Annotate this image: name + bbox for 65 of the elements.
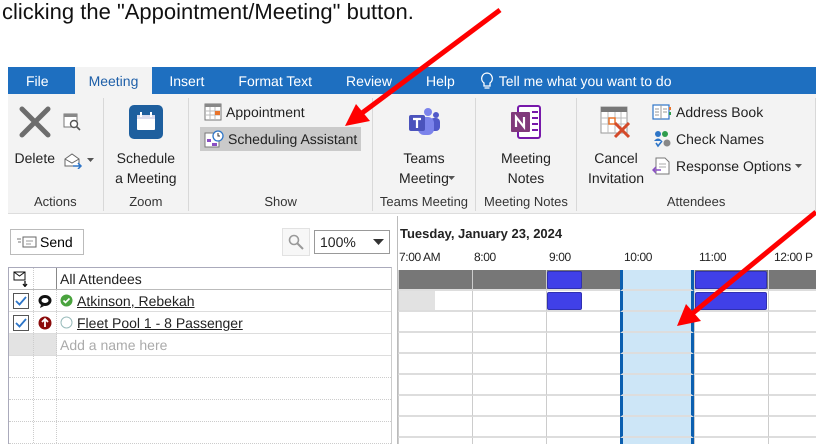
document-arrow-icon — [652, 157, 672, 175]
time-slot[interactable] — [657, 354, 694, 375]
calendar-clock-icon — [204, 130, 224, 148]
ribbon-button[interactable]: Appointment — [200, 100, 309, 124]
ribbon-tab[interactable]: Format Text — [221, 67, 330, 94]
time-label: 11:00 — [698, 250, 728, 264]
envelope-icon — [63, 151, 83, 169]
ribbon-button[interactable]: Teams Meeting — [397, 100, 451, 192]
time-slot[interactable] — [657, 270, 694, 291]
time-slot[interactable] — [657, 375, 694, 396]
attendee-name[interactable]: Fleet Pool 1 - 8 Passenger — [77, 314, 243, 330]
time-label: 7:00 AM — [398, 250, 442, 264]
zoom-button[interactable] — [282, 228, 310, 256]
envelope-icon — [17, 236, 37, 248]
group-label: Show — [263, 194, 298, 211]
lightbulb-icon — [480, 72, 494, 90]
column-header: All Attendees — [60, 270, 142, 286]
group-label: Actions — [32, 194, 78, 211]
group-label: Meeting Notes — [483, 194, 569, 211]
checkbox[interactable] — [13, 314, 29, 330]
schedule-date: Tuesday, January 23, 2024 — [399, 225, 564, 240]
search-icon — [288, 234, 304, 250]
time-label: 9:00 — [548, 250, 572, 264]
attendee-name[interactable]: Atkinson, Rebekah — [77, 292, 195, 308]
ribbon-tab[interactable]: Review — [329, 67, 409, 94]
ribbon-button[interactable]: Scheduling Assistant — [200, 127, 362, 151]
time-slot[interactable] — [657, 417, 694, 438]
ribbon-button[interactable]: Meeting Notes — [499, 100, 553, 192]
time-label: 10:00 — [623, 250, 654, 264]
ribbon-tab[interactable]: Insert — [152, 67, 222, 94]
calendar-icon — [204, 103, 222, 121]
send-button[interactable]: Send — [10, 228, 84, 254]
button-label: Schedule a Meeting — [115, 149, 177, 188]
ribbon-button[interactable]: Response Options — [648, 154, 806, 178]
ribbon-tab[interactable]: Meeting — [74, 67, 152, 94]
ribbon-button[interactable]: Address Book — [648, 100, 768, 124]
envelope-sort-icon — [13, 270, 29, 286]
button-label: Delete — [14, 149, 55, 168]
group-label: Teams Meeting — [378, 194, 470, 211]
ribbon-tab[interactable]: File — [18, 67, 75, 94]
zoom-dropdown[interactable]: 100% — [314, 230, 390, 254]
address-book-icon — [652, 103, 672, 121]
tell-me-search[interactable]: Tell me what you want to do — [498, 72, 672, 88]
button-label: Meeting Notes — [501, 149, 551, 188]
delete-icon — [16, 104, 53, 140]
instruction-text: clicking the "Appointment/Meeting" button. — [1, 0, 415, 24]
ribbon-tab[interactable]: Help — [408, 67, 472, 94]
ribbon-button[interactable]: Cancel Invitation — [586, 100, 646, 192]
time-slot[interactable] — [657, 396, 694, 417]
checkbox[interactable] — [13, 292, 29, 308]
caret-icon — [373, 238, 384, 244]
ribbon-button[interactable]: Check Names — [648, 127, 768, 151]
button-label: Teams Meeting — [399, 149, 449, 188]
calendar-icon — [128, 104, 164, 140]
group-label: Zoom — [128, 194, 164, 211]
people-check-icon — [652, 130, 672, 148]
time-label: 12:00 P — [773, 250, 814, 264]
time-label: 8:00 — [473, 250, 497, 264]
time-slot[interactable] — [657, 333, 694, 354]
ribbon-button[interactable]: Delete — [12, 100, 57, 172]
group-label: Attendees — [666, 194, 726, 211]
calendar-search-icon — [63, 113, 81, 131]
time-slot[interactable] — [657, 291, 694, 312]
button-label: Cancel Invitation — [588, 149, 644, 188]
ribbon-button[interactable]: Schedule a Meeting — [113, 100, 179, 192]
